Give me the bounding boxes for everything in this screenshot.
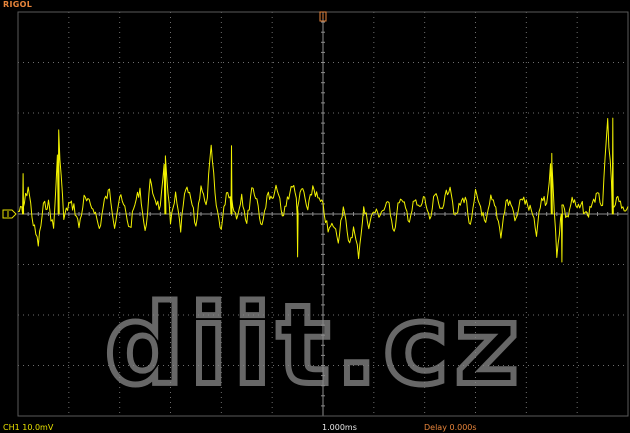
brand-logo: RIGOL xyxy=(3,0,33,9)
timebase-readout: 1.000ms xyxy=(322,423,357,432)
oscilloscope-screen: diit.cz RIGOL CH1 10.0mV 1.000ms Delay 0… xyxy=(0,0,630,433)
ch1-ground-marker-icon xyxy=(2,209,17,219)
waveform-display: diit.cz xyxy=(2,11,629,417)
channel-scale-readout: CH1 10.0mV xyxy=(3,423,54,432)
delay-readout: Delay 0.000s xyxy=(424,423,477,432)
watermark-logo: diit.cz xyxy=(105,281,525,409)
